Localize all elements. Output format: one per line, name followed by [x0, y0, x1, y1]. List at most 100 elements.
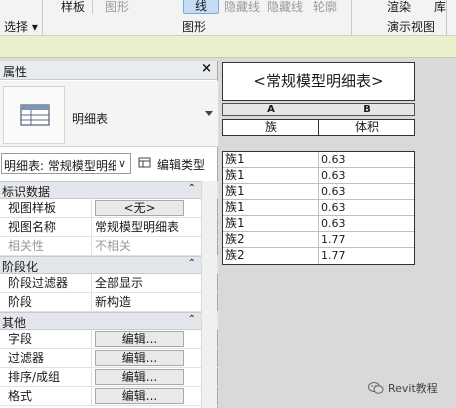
- cell-volume: 0.63: [321, 217, 346, 230]
- collapse-icon[interactable]: ⌃: [188, 314, 196, 325]
- type-selector[interactable]: 明细表: [0, 81, 218, 147]
- column-divider: [318, 152, 319, 168]
- property-key: 视图样板: [0, 199, 92, 218]
- table-row[interactable]: 族2 1.77: [223, 232, 414, 248]
- properties-scrollbar[interactable]: [201, 181, 217, 408]
- column-divider: [318, 232, 319, 248]
- instance-selector[interactable]: 明细表: 常规模型明细表 ∨: [1, 153, 131, 174]
- close-icon[interactable]: ×: [201, 61, 212, 76]
- hidden-line-button-2[interactable]: 隐藏线: [267, 0, 303, 15]
- properties-titlebar: 属性 ×: [0, 61, 217, 80]
- property-row: 相关性 不相关: [0, 237, 218, 256]
- cell-volume: 0.63: [321, 201, 346, 214]
- properties-title: 属性: [3, 65, 28, 79]
- property-row: 排序/成组 编辑...: [0, 368, 218, 387]
- column-divider: [318, 216, 319, 232]
- fields-edit-button[interactable]: 编辑...: [95, 331, 184, 347]
- presentation-group-label: 演示视图: [387, 20, 436, 34]
- instance-selector-value: 明细表: 常规模型明细表: [4, 159, 116, 173]
- wechat-icon: [368, 382, 384, 394]
- type-name: 明细表: [72, 112, 109, 126]
- chevron-down-icon: ∨: [117, 157, 126, 170]
- column-letter-b[interactable]: B: [319, 104, 415, 115]
- table-row[interactable]: 族2 1.77: [223, 248, 414, 264]
- property-key: 阶段: [0, 293, 92, 312]
- cell-family: 族2: [225, 232, 245, 246]
- column-divider: [318, 248, 319, 264]
- property-row: 视图名称 常规模型明细表: [0, 218, 218, 237]
- schedule-body: 族1 0.63 族1 0.63 族1 0.63 族1 0.63 族1 0.63 族2 1.7…: [222, 151, 415, 265]
- property-key: 视图名称: [0, 218, 92, 237]
- library-button[interactable]: 库: [434, 0, 446, 15]
- cell-family: 族1: [225, 216, 245, 230]
- hidden-line-button-1[interactable]: 隐藏线: [224, 0, 260, 15]
- properties-grid: 标识数据 ⌃ 视图样板 <无> 视图名称 常规模型明细表 相关性 不相关 阶段化…: [0, 181, 218, 406]
- ribbon: 样板 图形 线 隐藏线 隐藏线 轮廓 渲染 库 选择 ▾ 图形 演示视图: [0, 0, 456, 36]
- column-divider: [318, 184, 319, 200]
- ribbon-divider: [446, 0, 447, 36]
- section-title: 其他: [2, 316, 27, 330]
- column-letter-row: A B: [222, 103, 415, 116]
- table-row[interactable]: 族1 0.63: [223, 184, 414, 200]
- select-arrow-icon: ▾: [31, 20, 38, 34]
- column-divider: [318, 168, 319, 184]
- cell-family: 族1: [225, 152, 245, 166]
- table-row[interactable]: 族1 0.63: [223, 168, 414, 184]
- cell-volume: 1.77: [321, 249, 346, 262]
- collapse-icon[interactable]: ⌃: [188, 183, 196, 194]
- table-row[interactable]: 族1 0.63: [223, 216, 414, 232]
- table-row[interactable]: 族1 0.63: [223, 152, 414, 168]
- phase-filter-field[interactable]: 全部显示: [92, 274, 199, 293]
- phase-field[interactable]: 新构造: [92, 293, 199, 312]
- schedule-header-row: 族 体积: [222, 119, 415, 136]
- sample-label[interactable]: 样板: [61, 0, 85, 15]
- properties-panel: 属性 × 明细表 明细表: 常规模型明细表 ∨ 编辑类型: [0, 61, 218, 408]
- schedule-title[interactable]: <常规模型明细表>: [222, 62, 415, 101]
- view-template-button[interactable]: <无>: [95, 200, 184, 216]
- instance-selector-row: 明细表: 常规模型明细表 ∨ 编辑类型: [0, 152, 218, 176]
- property-key: 阶段过滤器: [0, 274, 92, 293]
- section-title: 阶段化: [2, 260, 39, 274]
- property-row: 格式 编辑...: [0, 387, 218, 406]
- select-menu[interactable]: 选择 ▾: [4, 18, 38, 35]
- property-key: 过滤器: [0, 349, 92, 368]
- dropdown-arrow-icon[interactable]: [205, 111, 213, 116]
- property-row: 过滤器 编辑...: [0, 349, 218, 368]
- cell-volume: 1.77: [321, 233, 346, 246]
- column-letter-a[interactable]: A: [223, 104, 319, 115]
- ribbon-context-strip: [0, 36, 456, 58]
- ribbon-divider: [42, 0, 43, 36]
- filter-edit-button[interactable]: 编辑...: [95, 350, 184, 366]
- section-identity-data[interactable]: 标识数据 ⌃: [0, 181, 218, 199]
- render-button[interactable]: 渲染: [387, 0, 411, 15]
- line-button[interactable]: 线: [183, 0, 219, 14]
- cell-family: 族1: [225, 184, 245, 198]
- property-row: 字段 编辑...: [0, 330, 218, 349]
- format-edit-button[interactable]: 编辑...: [95, 388, 184, 404]
- sorting-grouping-edit-button[interactable]: 编辑...: [95, 369, 184, 385]
- section-phasing[interactable]: 阶段化 ⌃: [0, 256, 218, 274]
- ribbon-divider: [351, 0, 352, 36]
- property-row: 阶段过滤器 全部显示: [0, 274, 218, 293]
- cell-volume: 0.63: [321, 185, 346, 198]
- collapse-icon[interactable]: ⌃: [188, 258, 196, 269]
- header-volume[interactable]: 体积: [319, 120, 415, 135]
- graphics-group-label: 图形: [182, 20, 207, 34]
- schedule-thumbnail-icon: [3, 86, 65, 144]
- property-key: 字段: [0, 330, 92, 349]
- edit-type-button[interactable]: 编辑类型: [138, 154, 216, 174]
- view-name-field[interactable]: 常规模型明细表: [92, 218, 199, 237]
- cell-volume: 0.63: [321, 169, 346, 182]
- section-other[interactable]: 其他 ⌃: [0, 312, 218, 330]
- graphics-dim-label: 图形: [105, 0, 130, 14]
- outline-button[interactable]: 轮廓: [313, 0, 337, 15]
- table-row[interactable]: 族1 0.63: [223, 200, 414, 216]
- cell-volume: 0.63: [321, 153, 346, 166]
- edit-type-label: 编辑类型: [157, 158, 206, 172]
- watermark-text: Revit教程: [388, 382, 438, 395]
- cell-family: 族1: [225, 200, 245, 214]
- property-row: 视图样板 <无>: [0, 199, 218, 218]
- header-family[interactable]: 族: [223, 120, 319, 135]
- property-row: 阶段 新构造: [0, 293, 218, 312]
- column-divider: [318, 200, 319, 216]
